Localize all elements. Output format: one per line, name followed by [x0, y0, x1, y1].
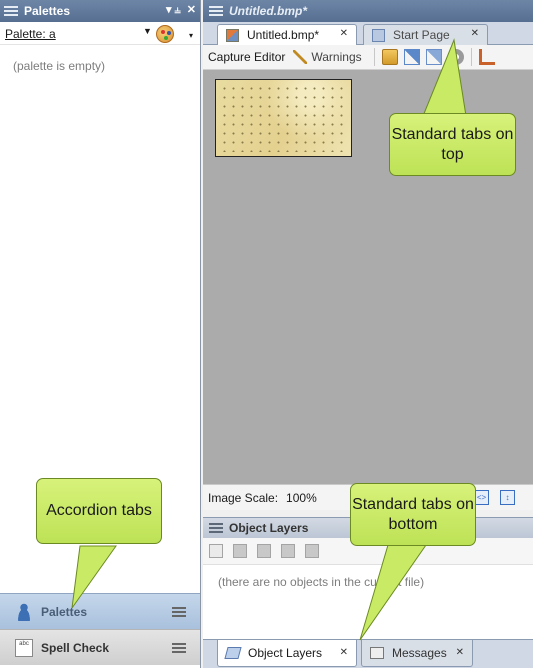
callout-accordion-tabs: Accordion tabs	[36, 478, 162, 544]
callout-pointers	[71, 38, 467, 641]
callout-top-tabs: Standard tabs on top	[389, 113, 516, 176]
callout-pointer-accordion	[71, 545, 117, 609]
callout-bottom-tabs: Standard tabs on bottom	[350, 483, 476, 546]
callout-pointer-top	[422, 38, 467, 117]
callout-pointer-bottom	[359, 544, 427, 641]
